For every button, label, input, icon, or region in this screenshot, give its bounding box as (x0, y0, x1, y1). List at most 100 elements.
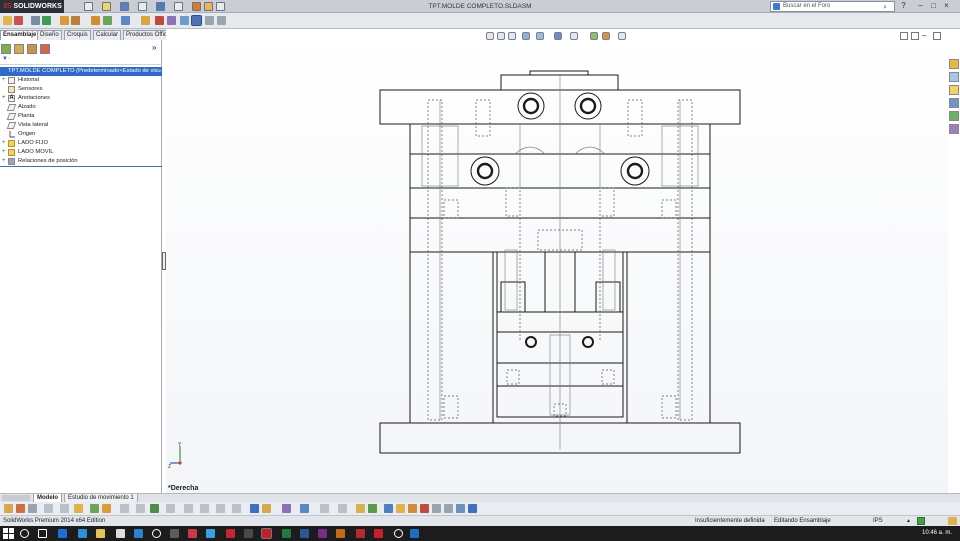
file-explorer-taskbar-icon[interactable] (96, 529, 105, 538)
configuration-manager-icon[interactable] (27, 44, 37, 54)
view-orientation-icon[interactable] (536, 32, 544, 40)
minimize-view-icon[interactable]: – (922, 32, 930, 40)
zoom-to-fit-icon[interactable] (486, 32, 494, 40)
expand-icon[interactable]: + (2, 94, 6, 103)
tab-ensamblaje[interactable]: Ensamblaje (0, 30, 40, 40)
property-manager-icon[interactable] (14, 44, 24, 54)
measure-icon[interactable] (384, 504, 393, 513)
app-icon[interactable] (336, 529, 345, 538)
line-icon[interactable] (28, 504, 37, 513)
pdf-icon[interactable] (374, 529, 383, 538)
tree-item-origen[interactable]: Origen (0, 130, 162, 139)
calculator-icon[interactable] (170, 529, 179, 538)
view-settings-icon[interactable] (618, 32, 626, 40)
instant3d-icon[interactable] (191, 15, 202, 26)
tree-item-anotaciones[interactable]: + A Anotaciones (0, 94, 162, 103)
close-icon[interactable]: × (941, 0, 952, 13)
feature-manager-icon[interactable] (1, 44, 11, 54)
tree-root-assembly[interactable]: TPT.MOLDE COMPLETO (Predeterminado<Estad… (0, 67, 162, 76)
edit-component-icon[interactable] (3, 16, 12, 25)
insert-components-icon[interactable] (14, 16, 23, 25)
search-input[interactable]: Buscar en el Foro ⌕ (770, 1, 895, 12)
offset-entities-icon[interactable] (338, 504, 347, 513)
mate-icon[interactable] (31, 16, 40, 25)
smart-fasteners-icon[interactable] (60, 16, 69, 25)
smart-dimension-icon[interactable] (16, 504, 25, 513)
view-palette-icon[interactable] (949, 98, 959, 108)
relations-icon[interactable] (368, 504, 377, 513)
search-icon[interactable]: ⌕ (883, 3, 887, 12)
solidworks-taskbar-icon[interactable] (261, 528, 272, 539)
note-icon[interactable] (262, 504, 271, 513)
display-style-icon[interactable] (554, 32, 562, 40)
exploded-view-icon[interactable] (167, 16, 176, 25)
help-icon[interactable]: ? (898, 0, 909, 13)
search-scope-icon[interactable] (773, 3, 780, 10)
reference-geometry-icon[interactable] (121, 16, 130, 25)
expand-status-icon[interactable] (948, 517, 957, 525)
app-icon[interactable] (410, 529, 419, 538)
ie-icon[interactable] (78, 529, 87, 538)
mass-properties-icon[interactable] (396, 504, 405, 513)
zoom-to-area-icon[interactable] (497, 32, 505, 40)
tree-item-lado-fijo[interactable]: + LADO FIJO (0, 139, 162, 148)
hide-show-items-icon[interactable] (570, 32, 578, 40)
store-icon[interactable] (116, 529, 125, 538)
text-icon[interactable] (250, 504, 259, 513)
rectangle-icon[interactable] (44, 504, 53, 513)
trim-icon[interactable] (356, 504, 365, 513)
mirror-icon[interactable] (200, 504, 209, 513)
tree-item-lado-movil[interactable]: + LADO MOVIL (0, 148, 162, 157)
media-icon[interactable] (152, 529, 161, 538)
appearances-icon[interactable] (949, 111, 959, 121)
file-explorer-icon[interactable] (949, 85, 959, 95)
units-selector[interactable]: IPS (873, 516, 883, 526)
design-library-icon[interactable] (949, 72, 959, 82)
rebuild-status-icon[interactable] (917, 517, 925, 525)
tree-item-sensores[interactable]: Sensores (0, 85, 162, 94)
evaluate-icon[interactable] (408, 504, 417, 513)
undercut-icon[interactable] (444, 504, 453, 513)
parting-line-icon[interactable] (456, 504, 465, 513)
spline-icon[interactable] (300, 504, 309, 513)
bill-of-materials-icon[interactable] (155, 16, 164, 25)
fillet-icon[interactable] (120, 504, 129, 513)
expand-icon[interactable]: + (2, 157, 6, 166)
large-assembly-icon[interactable] (205, 16, 214, 25)
shell-icon[interactable] (150, 504, 159, 513)
tab-scroll-arrows[interactable] (2, 495, 30, 501)
tree-item-vista-lateral[interactable]: Vista lateral (0, 121, 162, 130)
pattern-icon[interactable] (184, 504, 193, 513)
rib-icon[interactable] (166, 504, 175, 513)
filter-icon[interactable]: ▼· (0, 56, 162, 65)
convert-entities-icon[interactable] (320, 504, 329, 513)
tooling-split-icon[interactable] (468, 504, 477, 513)
linear-pattern-icon[interactable] (42, 16, 51, 25)
minimize-icon[interactable]: – (915, 0, 926, 13)
extrude-icon[interactable] (74, 504, 83, 513)
excel-icon[interactable] (282, 529, 291, 538)
revolve-icon[interactable] (90, 504, 99, 513)
onenote-icon[interactable] (318, 529, 327, 538)
speedpak-icon[interactable] (217, 16, 226, 25)
app-icon[interactable] (188, 529, 197, 538)
sketch-icon[interactable] (4, 504, 13, 513)
expand-panel-icon[interactable]: » (152, 43, 156, 52)
maximize-view-icon[interactable] (933, 32, 941, 40)
circle-icon[interactable] (60, 504, 69, 513)
word-icon[interactable] (300, 529, 309, 538)
tile-view-icon[interactable] (900, 32, 908, 40)
autocad-icon[interactable] (226, 529, 235, 538)
chamfer-icon[interactable] (136, 504, 145, 513)
tab-croquis[interactable]: Croquis (64, 30, 91, 40)
assembly-features-icon[interactable] (103, 16, 112, 25)
new-motion-study-icon[interactable] (141, 16, 150, 25)
xbox-icon[interactable] (394, 529, 403, 538)
apply-scene-icon[interactable] (602, 32, 610, 40)
arc-icon[interactable] (282, 504, 291, 513)
expand-icon[interactable]: + (2, 139, 6, 148)
expand-icon[interactable]: + (2, 148, 6, 157)
expand-icon[interactable]: + (2, 76, 6, 85)
section-view-icon[interactable] (522, 32, 530, 40)
windows-start-icon[interactable] (3, 528, 14, 539)
